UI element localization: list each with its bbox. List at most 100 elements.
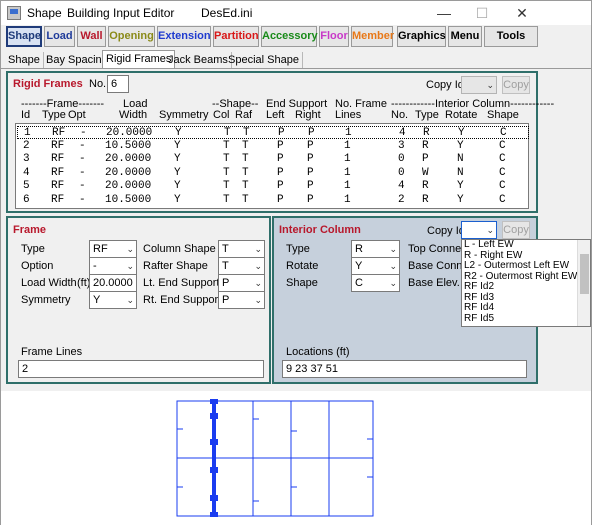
chevron-down-icon: ⌄ [486, 80, 494, 90]
table-cell: N [457, 153, 464, 165]
toolbar-extension-button[interactable]: Extension [157, 26, 211, 47]
table-cell: 4 [399, 127, 406, 139]
table-row[interactable]: 3 RF - 20.0000 Y T T P P 1 0 P N C [17, 153, 529, 166]
interior-copy-id-label: Copy Id [427, 225, 465, 237]
header-rotate: Rotate [445, 109, 478, 121]
frame-type-select[interactable]: RF ⌄ [89, 240, 137, 258]
load-width-input[interactable]: 20.0000 [89, 274, 137, 292]
table-cell: RF [51, 166, 65, 179]
header-opt: Opt [68, 109, 86, 121]
table-cell: Y [457, 139, 464, 152]
tab-divider [1, 68, 592, 69]
rafter-shape-select[interactable]: T ⌄ [218, 257, 265, 275]
dropdown-option[interactable]: RF Id5 [462, 313, 590, 325]
dropdown-option[interactable]: RF Id4 [462, 302, 590, 314]
table-row[interactable]: 6 RF - 10.5000 Y T T P P 1 2 R Y C [17, 194, 529, 207]
toolbar-graphics-button[interactable]: Graphics [397, 26, 446, 47]
locations-input[interactable]: 9 23 37 51 [282, 360, 527, 378]
interior-copy-button[interactable]: Copy [502, 221, 530, 239]
copy-id-select[interactable]: ⌄ [461, 76, 497, 94]
dropdown-scroll-thumb[interactable] [580, 254, 589, 294]
table-row[interactable]: 1 RF - 20.0000 Y T T P P 1 4 R Y C [17, 126, 529, 139]
frame-option-select[interactable]: - ⌄ [89, 257, 137, 275]
column-shape-label: Column Shape [143, 243, 216, 255]
window-title-app: Shape [27, 6, 62, 20]
chevron-down-icon: ⌄ [389, 244, 397, 254]
table-cell: - [79, 153, 86, 165]
table-cell: Y [458, 127, 465, 139]
header-type: Type [42, 109, 66, 121]
table-cell: RF [51, 153, 65, 165]
toolbar-tools-button[interactable]: Tools [484, 26, 538, 47]
column-marker [210, 495, 218, 501]
table-cell: P [277, 153, 284, 165]
table-cell: 6 [23, 193, 30, 206]
toolbar-load-button[interactable]: Load [44, 26, 75, 47]
table-cell: T [223, 139, 230, 152]
column-shape-select[interactable]: T ⌄ [218, 240, 265, 258]
table-cell: Y [175, 127, 182, 139]
toolbar-menu-button[interactable]: Menu [448, 26, 482, 47]
table-cell: P [277, 139, 284, 152]
toolbar-floor-button[interactable]: Floor [319, 26, 349, 47]
header-width: Width [119, 109, 148, 121]
table-cell: C [499, 193, 506, 206]
table-cell: C [499, 139, 506, 152]
rt-end-support-select[interactable]: P ⌄ [218, 291, 265, 309]
toolbar-shape-button[interactable]: Shape [6, 26, 42, 47]
table-cell: C [499, 153, 506, 165]
column-marker [210, 399, 218, 404]
tab-jack-beams[interactable]: Jack Beams [165, 52, 232, 68]
table-cell: 2 [23, 139, 30, 152]
dropdown-option[interactable]: L2 - Outermost Left EW [462, 260, 590, 272]
table-cell: Y [174, 139, 181, 152]
maximize-button[interactable]: ☐ [467, 3, 497, 23]
building-plan-view[interactable] [1, 391, 591, 525]
dropdown-option[interactable]: L - Left EW [462, 240, 590, 251]
table-cell: - [79, 193, 86, 206]
toolbar-partition-button[interactable]: Partition [213, 26, 259, 47]
header-symmetry: Symmetry [159, 109, 209, 121]
lt-end-support-select[interactable]: P ⌄ [218, 274, 265, 292]
copy-id-dropdown-list[interactable]: L - Left EW R - Right EW L2 - Outermost Le… [461, 239, 591, 327]
table-cell: R [422, 139, 429, 152]
window-title-editor: Building Input Editor [67, 6, 175, 20]
table-cell: T [224, 127, 231, 139]
frame-lines-input[interactable]: 2 [18, 360, 264, 378]
copy-button[interactable]: Copy [502, 76, 530, 94]
table-cell: R [423, 127, 430, 139]
minimize-button[interactable]: — [429, 3, 459, 23]
toolbar-wall-button[interactable]: Wall [77, 26, 106, 47]
tab-shape[interactable]: Shape [5, 52, 44, 68]
interior-shape-select[interactable]: C ⌄ [351, 274, 400, 292]
rigid-frames-table[interactable]: 1 RF -20.0000 Y T T P P 1 4 R Y C 2 RF -10.5000 Y T T P P 1 3 R… [15, 123, 529, 209]
dropdown-scrollbar[interactable] [577, 240, 590, 326]
tab-special-shape[interactable]: Special Shape [225, 52, 303, 68]
frame-count-input[interactable]: 6 [107, 75, 129, 93]
interior-rotate-value: Y [355, 260, 363, 272]
table-cell: 5 [23, 180, 30, 192]
table-cell: 1 [24, 127, 31, 139]
toolbar-accessory-button[interactable]: Accessory [261, 26, 318, 47]
chevron-down-icon: ⌄ [389, 278, 397, 288]
dropdown-option[interactable]: RF Id2 [462, 281, 590, 293]
table-cell: T [242, 193, 249, 206]
interior-copy-id-select[interactable]: ⌄ [461, 221, 497, 239]
toolbar-opening-button[interactable]: Opening [108, 26, 155, 47]
table-row[interactable]: 5 RF - 20.0000 Y T T P P 1 4 R Y C [17, 180, 529, 193]
table-cell: 0 [398, 166, 405, 179]
table-row[interactable]: 2 RF - 10.5000 Y T T P P 1 3 R Y C [17, 140, 529, 153]
frame-title: Frame [13, 224, 47, 236]
table-row[interactable]: 4 RF - 20.0000 Y T T P P 1 0 W N C [17, 167, 529, 180]
interior-rotate-select[interactable]: Y ⌄ [351, 257, 400, 275]
close-button[interactable]: ✕ [507, 3, 537, 23]
interior-type-select[interactable]: R ⌄ [351, 240, 400, 258]
interior-rotate-label: Rotate [286, 260, 319, 272]
copy-id-label: Copy Id [426, 79, 464, 91]
table-cell: RF [51, 139, 65, 152]
plan-drawing-svg [176, 399, 374, 517]
toolbar-member-button[interactable]: Member [351, 26, 394, 47]
frame-symmetry-select[interactable]: Y ⌄ [89, 291, 137, 309]
rt-end-support-label: Rt. End Support [143, 294, 222, 306]
rt-end-support-value: P [222, 294, 230, 306]
